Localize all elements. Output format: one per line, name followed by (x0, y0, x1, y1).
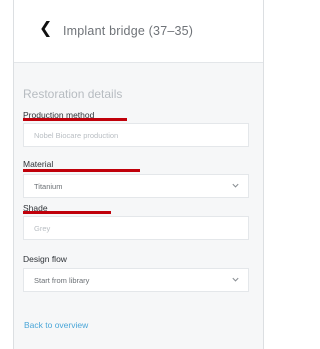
back-to-overview-link[interactable]: Back to overview (24, 320, 88, 330)
chevron-down-icon (232, 183, 239, 188)
design-flow-label: Design flow (23, 254, 67, 264)
section-title: Restoration details (23, 87, 123, 101)
material-dropdown[interactable]: Titanium (23, 174, 249, 198)
design-flow-value: Start from library (34, 276, 90, 285)
material-label: Material (23, 159, 54, 169)
panel-header: ❮ Implant bridge (37–35) (14, 0, 263, 63)
material-value: Titanium (34, 182, 63, 191)
page-title: Implant bridge (37–35) (63, 24, 194, 38)
annotation-underline-material (23, 169, 140, 172)
production-method-placeholder: Nobel Biocare production (34, 131, 119, 140)
shade-field[interactable]: Grey (23, 216, 249, 240)
chevron-down-icon (232, 277, 239, 282)
shade-placeholder: Grey (34, 224, 51, 233)
production-method-field[interactable]: Nobel Biocare production (23, 123, 249, 147)
back-chevron-icon[interactable]: ❮ (39, 20, 53, 36)
annotation-underline-production-method (23, 118, 127, 121)
annotation-underline-shade (23, 211, 111, 214)
design-flow-dropdown[interactable]: Start from library (23, 268, 249, 292)
